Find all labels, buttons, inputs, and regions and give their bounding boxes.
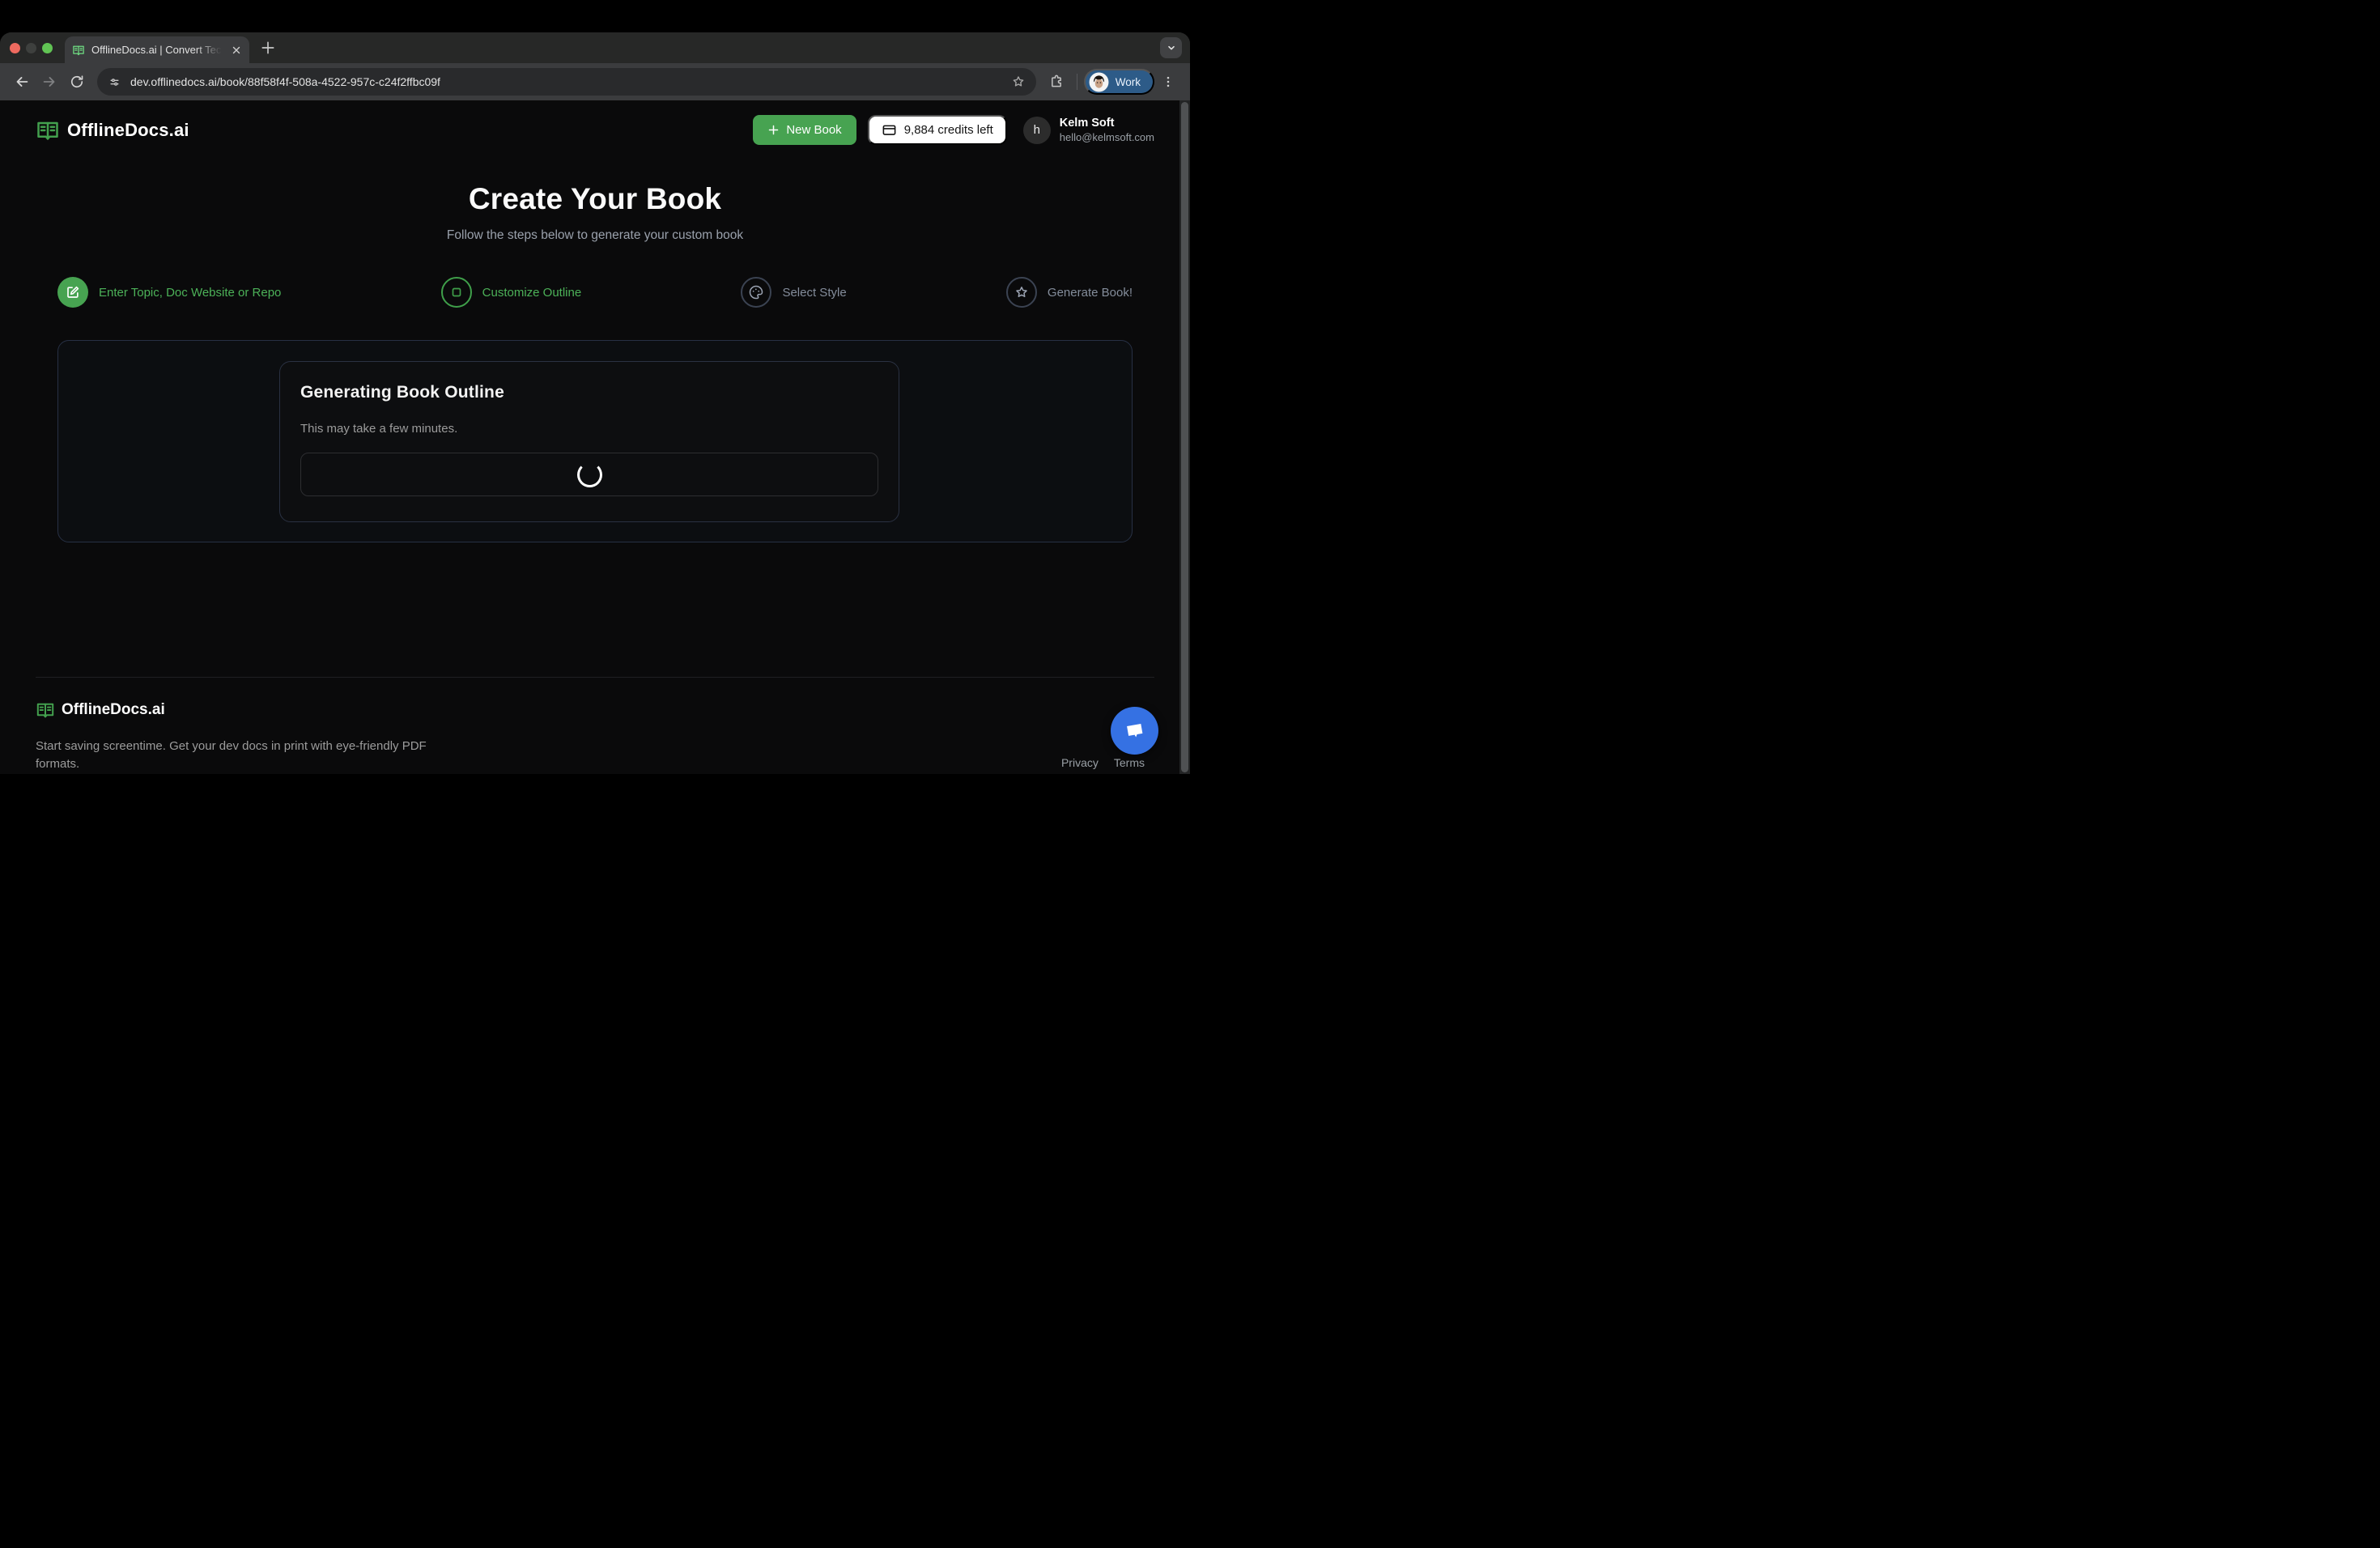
generating-heading: Generating Book Outline: [300, 383, 878, 402]
footer-tagline: Start saving screentime. Get your dev do…: [36, 738, 434, 773]
extensions-icon[interactable]: [1043, 68, 1070, 96]
brand-logo[interactable]: OfflineDocs.ai: [36, 118, 189, 142]
user-name: Kelm Soft: [1060, 117, 1154, 130]
footer-brand: OfflineDocs.ai: [36, 700, 1154, 720]
open-book-icon: [36, 118, 60, 142]
footer-brand-name: OfflineDocs.ai: [62, 701, 165, 719]
zoom-window-button[interactable]: [42, 43, 53, 53]
scrollbar-thumb[interactable]: [1181, 102, 1188, 772]
page-subtitle: Follow the steps below to generate your …: [0, 228, 1190, 243]
browser-menu-kebab-icon[interactable]: [1154, 68, 1182, 96]
outline-square-icon: [448, 284, 465, 300]
url-bar[interactable]: dev.offlinedocs.ai/book/88f58f4f-508a-45…: [97, 68, 1036, 96]
user-email: hello@kelmsoft.com: [1060, 131, 1154, 143]
chat-bubble-icon: [1124, 720, 1146, 742]
hero: Create Your Book Follow the steps below …: [0, 182, 1190, 243]
minimize-window-button[interactable]: [26, 43, 36, 53]
tab-strip: OfflineDocs.ai | Convert Tech: [0, 32, 1190, 63]
palette-icon: [748, 284, 764, 300]
app-header: OfflineDocs.ai New Book 9,884 credits le…: [0, 100, 1190, 145]
step-1-label: Enter Topic, Doc Website or Repo: [99, 286, 281, 300]
bookmark-star-icon[interactable]: [1010, 74, 1026, 90]
step-customize-outline[interactable]: Customize Outline: [441, 277, 582, 308]
book-builder-panel: Generating Book Outline This may take a …: [57, 340, 1133, 542]
close-tab-icon[interactable]: [231, 45, 242, 56]
new-book-label: New Book: [786, 123, 841, 137]
window-controls: [10, 43, 53, 53]
new-book-button[interactable]: New Book: [753, 115, 856, 145]
tab-title: OfflineDocs.ai | Convert Tech: [91, 44, 224, 56]
chevron-down-icon: [1165, 41, 1178, 54]
credits-badge[interactable]: 9,884 credits left: [868, 115, 1007, 145]
progress-box: [300, 453, 878, 496]
url-text: dev.offlinedocs.ai/book/88f58f4f-508a-45…: [130, 75, 440, 88]
edit-icon: [65, 284, 81, 300]
step-1-circle: [57, 277, 88, 308]
close-window-button[interactable]: [10, 43, 20, 53]
profile-avatar: [1089, 72, 1109, 92]
tab-search-button[interactable]: [1160, 37, 1182, 58]
browser-tab[interactable]: OfflineDocs.ai | Convert Tech: [65, 36, 249, 63]
forward-button[interactable]: [36, 68, 63, 96]
step-4-circle: [1006, 277, 1037, 308]
step-2-label: Customize Outline: [482, 286, 582, 300]
generating-outline-card: Generating Book Outline This may take a …: [279, 361, 899, 522]
credit-card-icon: [882, 122, 897, 138]
page-viewport: OfflineDocs.ai New Book 9,884 credits le…: [0, 100, 1190, 774]
step-enter-topic[interactable]: Enter Topic, Doc Website or Repo: [57, 277, 281, 308]
star-icon: [1014, 284, 1030, 300]
legal-links: Privacy Terms: [1061, 756, 1145, 769]
browser-window: OfflineDocs.ai | Convert Tech: [0, 32, 1190, 774]
terms-link[interactable]: Terms: [1114, 756, 1145, 769]
browser-profile-button[interactable]: Work: [1084, 69, 1154, 95]
step-3-circle: [741, 277, 771, 308]
step-2-circle: [441, 277, 472, 308]
page-scrollbar[interactable]: [1179, 100, 1190, 774]
profile-label: Work: [1116, 76, 1141, 88]
step-generate-book[interactable]: Generate Book!: [1006, 277, 1133, 308]
credits-label: 9,884 credits left: [904, 123, 993, 137]
site-settings-icon[interactable]: [107, 74, 122, 90]
screen: OfflineDocs.ai | Convert Tech: [0, 0, 1190, 774]
wizard-steps: Enter Topic, Doc Website or Repo Customi…: [57, 277, 1133, 308]
step-select-style[interactable]: Select Style: [741, 277, 846, 308]
brand-name: OfflineDocs.ai: [67, 120, 189, 141]
generating-note: This may take a few minutes.: [300, 422, 878, 436]
user-avatar: h: [1023, 117, 1051, 144]
step-4-label: Generate Book!: [1048, 286, 1133, 300]
page-title: Create Your Book: [0, 182, 1190, 216]
page-footer: OfflineDocs.ai Start saving screentime. …: [36, 677, 1154, 773]
loading-spinner-icon: [577, 462, 602, 487]
open-book-favicon: [72, 44, 85, 57]
browser-toolbar: dev.offlinedocs.ai/book/88f58f4f-508a-45…: [0, 63, 1190, 100]
step-3-label: Select Style: [782, 286, 846, 300]
new-tab-button[interactable]: [259, 39, 277, 57]
back-button[interactable]: [8, 68, 36, 96]
privacy-link[interactable]: Privacy: [1061, 756, 1099, 769]
reload-button[interactable]: [63, 68, 91, 96]
plus-icon: [767, 124, 780, 136]
open-book-icon: [36, 700, 55, 720]
user-menu[interactable]: h Kelm Soft hello@kelmsoft.com: [1023, 117, 1154, 144]
chat-widget-button[interactable]: [1111, 707, 1158, 755]
